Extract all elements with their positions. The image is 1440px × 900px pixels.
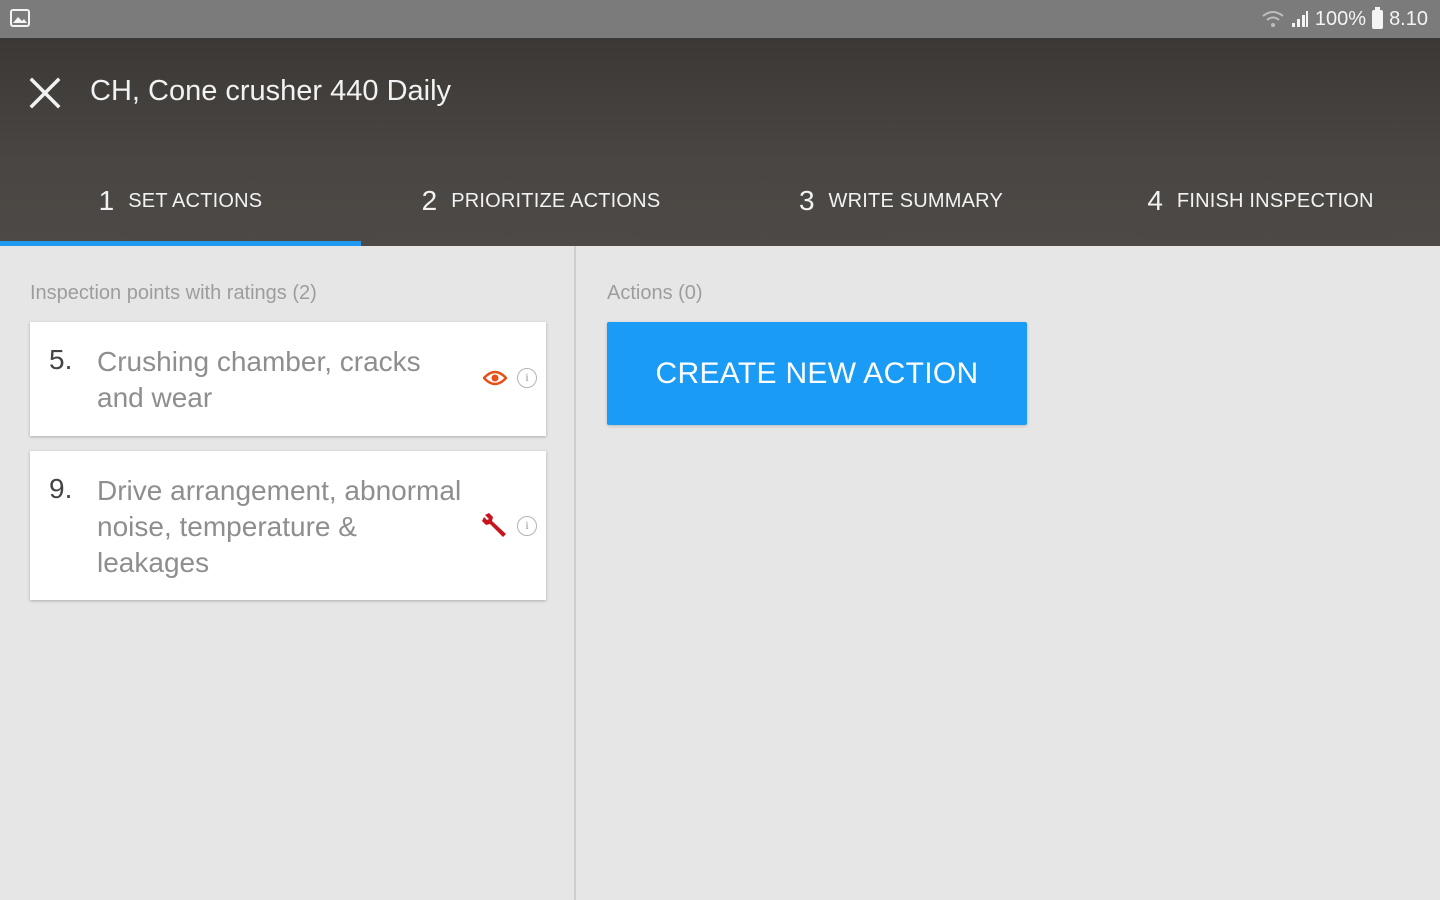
tab-label: WRITE SUMMARY [828, 189, 1004, 212]
tab-finish-inspection[interactable]: 4 FINISH INSPECTION [1081, 156, 1440, 246]
status-left [10, 9, 30, 32]
inspection-point-text: Crushing chamber, cracks and wear [97, 346, 421, 413]
signal-icon [1291, 11, 1308, 27]
tab-prioritize-actions[interactable]: 2 PRIORITIZE ACTIONS [361, 156, 721, 246]
create-new-action-button[interactable]: CREATE NEW ACTION [607, 322, 1027, 425]
actions-heading: Actions (0) [607, 282, 703, 304]
inspection-point-card[interactable]: 5. Crushing chamber, cracks and wear i [30, 322, 546, 436]
inspection-point-number: 5. [49, 344, 73, 375]
wrench-icon [482, 513, 506, 537]
inspection-point-card[interactable]: 9. Drive arrangement, abnormal noise, te… [30, 451, 546, 600]
step-tabs: 1 SET ACTIONS 2 PRIORITIZE ACTIONS 3 WRI… [0, 156, 1440, 246]
tab-label: FINISH INSPECTION [1176, 189, 1374, 212]
status-bar: 100% 8.10 [0, 0, 1440, 38]
tab-label: PRIORITIZE ACTIONS [451, 189, 661, 212]
info-icon[interactable]: i [517, 368, 537, 388]
tab-write-summary[interactable]: 3 WRITE SUMMARY [721, 156, 1081, 246]
eye-icon [483, 370, 507, 386]
tab-number: 3 [798, 185, 815, 216]
wifi-icon [1262, 11, 1284, 27]
close-button[interactable] [24, 72, 66, 114]
status-time: 8.10 [1389, 7, 1428, 30]
inspection-points-panel: Inspection points with ratings (2) 5. Cr… [0, 246, 576, 900]
tab-label: SET ACTIONS [128, 189, 263, 212]
actions-panel: Actions (0) CREATE NEW ACTION [577, 246, 1440, 900]
tab-set-actions[interactable]: 1 SET ACTIONS [0, 156, 361, 246]
inspection-point-text: Drive arrangement, abnormal noise, tempe… [97, 475, 462, 578]
tab-number: 2 [421, 185, 438, 216]
app-header: CH, Cone crusher 440 Daily 1 SET ACTIONS… [0, 38, 1440, 246]
tab-number: 1 [98, 185, 115, 216]
image-icon [10, 9, 30, 27]
page-title: CH, Cone crusher 440 Daily [90, 75, 452, 107]
battery-icon [1372, 6, 1384, 29]
inspection-point-number: 9. [49, 473, 73, 504]
status-right: 100% 8.10 [1261, 0, 1428, 38]
close-icon [29, 77, 61, 109]
inspection-points-heading: Inspection points with ratings (2) [30, 282, 317, 304]
info-icon[interactable]: i [517, 516, 537, 536]
battery-percent: 100% [1314, 7, 1367, 30]
tab-number: 4 [1147, 185, 1163, 216]
